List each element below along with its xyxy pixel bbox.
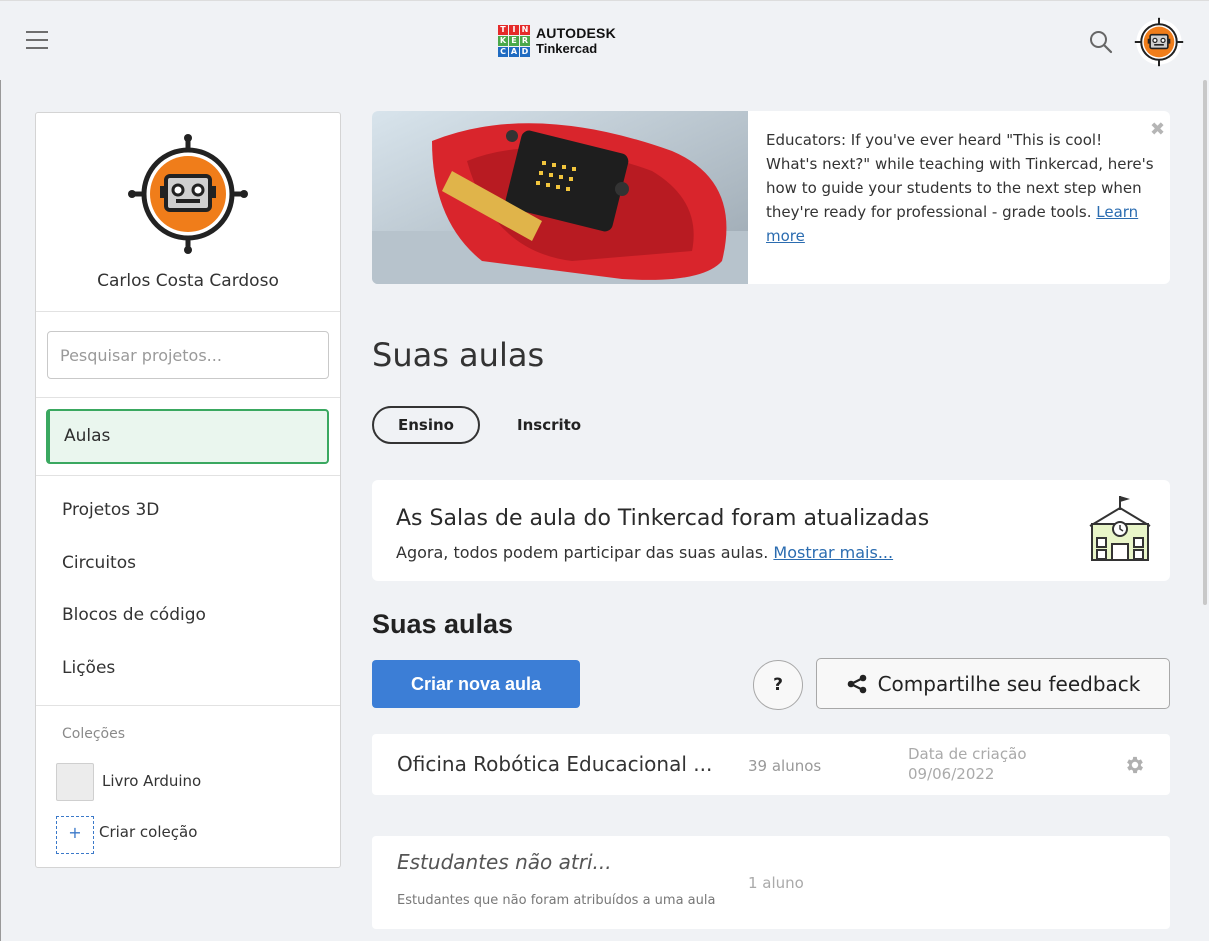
- collection-item-livro-arduino[interactable]: Livro Arduino: [102, 772, 201, 790]
- logo-letter: I: [509, 25, 519, 35]
- class-row[interactable]: Oficina Robótica Educacional ... 39 alun…: [372, 734, 1170, 795]
- school-building-icon: [1082, 492, 1158, 564]
- logo-letter: K: [498, 36, 508, 46]
- logo-letter: A: [509, 47, 519, 57]
- search-icon[interactable]: [1088, 29, 1114, 55]
- gear-icon[interactable]: [1124, 754, 1146, 776]
- robot-avatar-icon: [1134, 17, 1184, 67]
- creation-date: 09/06/2022: [908, 765, 995, 783]
- tab-inscrito[interactable]: Inscrito: [517, 416, 581, 434]
- section-title: Suas aulas: [372, 609, 514, 639]
- logo-grid: T I N K E R C A D: [498, 25, 530, 57]
- student-count: 39 alunos: [748, 757, 822, 775]
- menu-icon[interactable]: [26, 31, 48, 49]
- group-name: Estudantes não atri...: [397, 850, 612, 874]
- collection-thumbnail[interactable]: [56, 763, 94, 801]
- logo-letter: D: [520, 47, 530, 57]
- user-avatar[interactable]: [1134, 17, 1184, 67]
- brand-name: AUTODESK: [536, 25, 616, 41]
- tab-ensino[interactable]: Ensino: [372, 406, 480, 444]
- sidebar-item-circuitos[interactable]: Circuitos: [62, 553, 136, 573]
- robot-avatar-icon: [128, 134, 248, 254]
- sidebar-item-licoes[interactable]: Lições: [62, 658, 115, 678]
- feedback-label: Compartilhe seu feedback: [877, 671, 1141, 696]
- sidebar-item-blocos-de-codigo[interactable]: Blocos de código: [62, 605, 206, 625]
- logo-letter: E: [509, 36, 519, 46]
- divider: [36, 311, 340, 312]
- educators-banner: Educators: If you've ever heard "This is…: [372, 111, 1170, 284]
- sidebar-item-projetos-3d[interactable]: Projetos 3D: [62, 500, 159, 520]
- class-name: Oficina Robótica Educacional ...: [397, 752, 713, 776]
- logo-letter: C: [498, 47, 508, 57]
- top-bar: T I N K E R C A D AUTODESK Tinkercad: [0, 0, 1209, 80]
- page-title: Suas aulas: [372, 336, 545, 374]
- scrollbar-thumb[interactable]: [1203, 80, 1207, 605]
- logo-letter: N: [520, 25, 530, 35]
- notice-title: As Salas de aula do Tinkercad foram atua…: [396, 506, 930, 531]
- sidebar-item-aulas[interactable]: Aulas: [46, 409, 329, 464]
- divider: [36, 705, 340, 706]
- divider: [36, 475, 340, 476]
- close-icon[interactable]: ✖: [1150, 121, 1165, 139]
- profile-avatar[interactable]: [126, 132, 250, 256]
- unassigned-students-row[interactable]: Estudantes não atri... 1 aluno Estudante…: [372, 836, 1170, 929]
- student-count: 1 aluno: [748, 874, 804, 892]
- sidebar: Carlos Costa Cardoso Aulas Projetos 3D C…: [35, 112, 341, 868]
- banner-text: Educators: If you've ever heard "This is…: [766, 128, 1156, 248]
- logo-letter: R: [520, 36, 530, 46]
- search-projects-input[interactable]: [47, 331, 329, 379]
- notice-message: Agora, todos podem participar das suas a…: [396, 543, 774, 562]
- date-label: Data de criação: [908, 745, 1027, 763]
- help-button[interactable]: ?: [753, 660, 803, 710]
- tinkercad-logo[interactable]: T I N K E R C A D AUTODESK Tinkercad: [498, 21, 616, 61]
- share-icon: [847, 674, 866, 693]
- plus-icon[interactable]: +: [56, 816, 94, 854]
- banner-image: [372, 111, 748, 284]
- logo-letter: T: [498, 25, 508, 35]
- page-scrollbar[interactable]: [1203, 80, 1209, 941]
- notice-body: Agora, todos podem participar das suas a…: [396, 543, 893, 562]
- group-description: Estudantes que não foram atribuídos a um…: [397, 893, 716, 908]
- show-more-link[interactable]: Mostrar mais...: [773, 543, 893, 562]
- divider: [36, 397, 340, 398]
- feedback-button[interactable]: Compartilhe seu feedback: [816, 658, 1170, 709]
- create-collection-link[interactable]: Criar coleção: [99, 823, 197, 841]
- product-name: Tinkercad: [536, 41, 598, 56]
- update-notice: As Salas de aula do Tinkercad foram atua…: [372, 480, 1170, 581]
- user-name: Carlos Costa Cardoso: [97, 271, 279, 291]
- collections-title: Coleções: [62, 726, 126, 742]
- create-class-button[interactable]: Criar nova aula: [372, 660, 580, 708]
